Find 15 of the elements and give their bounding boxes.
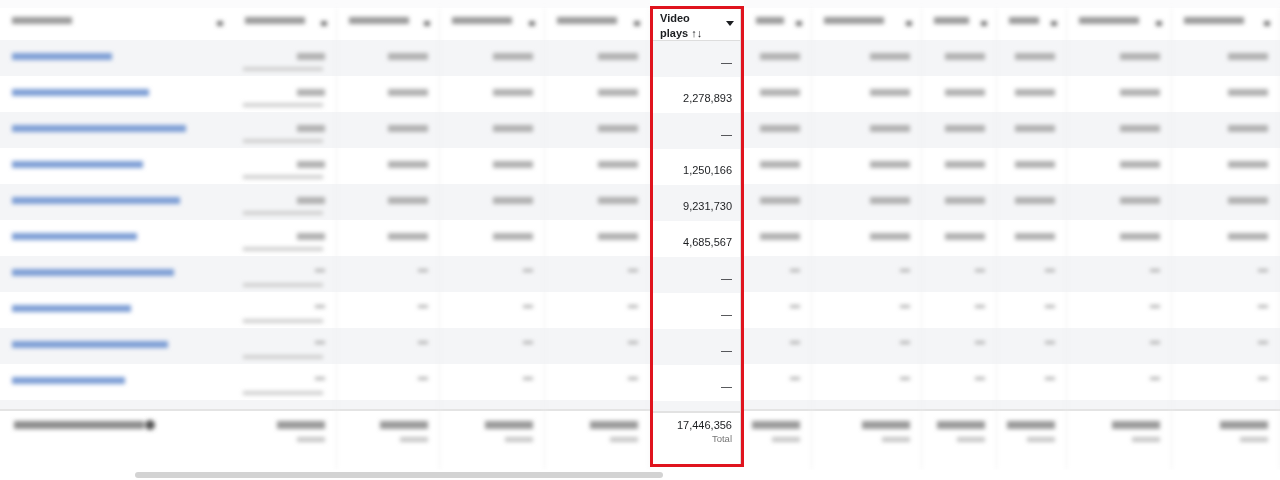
total-value: 17,446,356 [676,419,732,431]
table-cell: 1,250,166 [683,164,732,176]
total-label: Total [711,433,732,444]
table-cell: — [721,56,732,68]
caret-icon[interactable] [726,21,734,26]
table-cell: 4,685,567 [683,236,732,248]
table-cell: — [721,308,732,320]
column-header[interactable]: Video plays ↑↓ [660,11,716,41]
table-cell: — [721,344,732,356]
table-cell: — [721,128,732,140]
table-cell: — [721,272,732,284]
table-cell: 9,231,730 [683,200,732,212]
table-cell: 2,278,893 [683,92,732,104]
scrollbar-thumb[interactable] [135,472,663,478]
table-cell: — [721,380,732,392]
